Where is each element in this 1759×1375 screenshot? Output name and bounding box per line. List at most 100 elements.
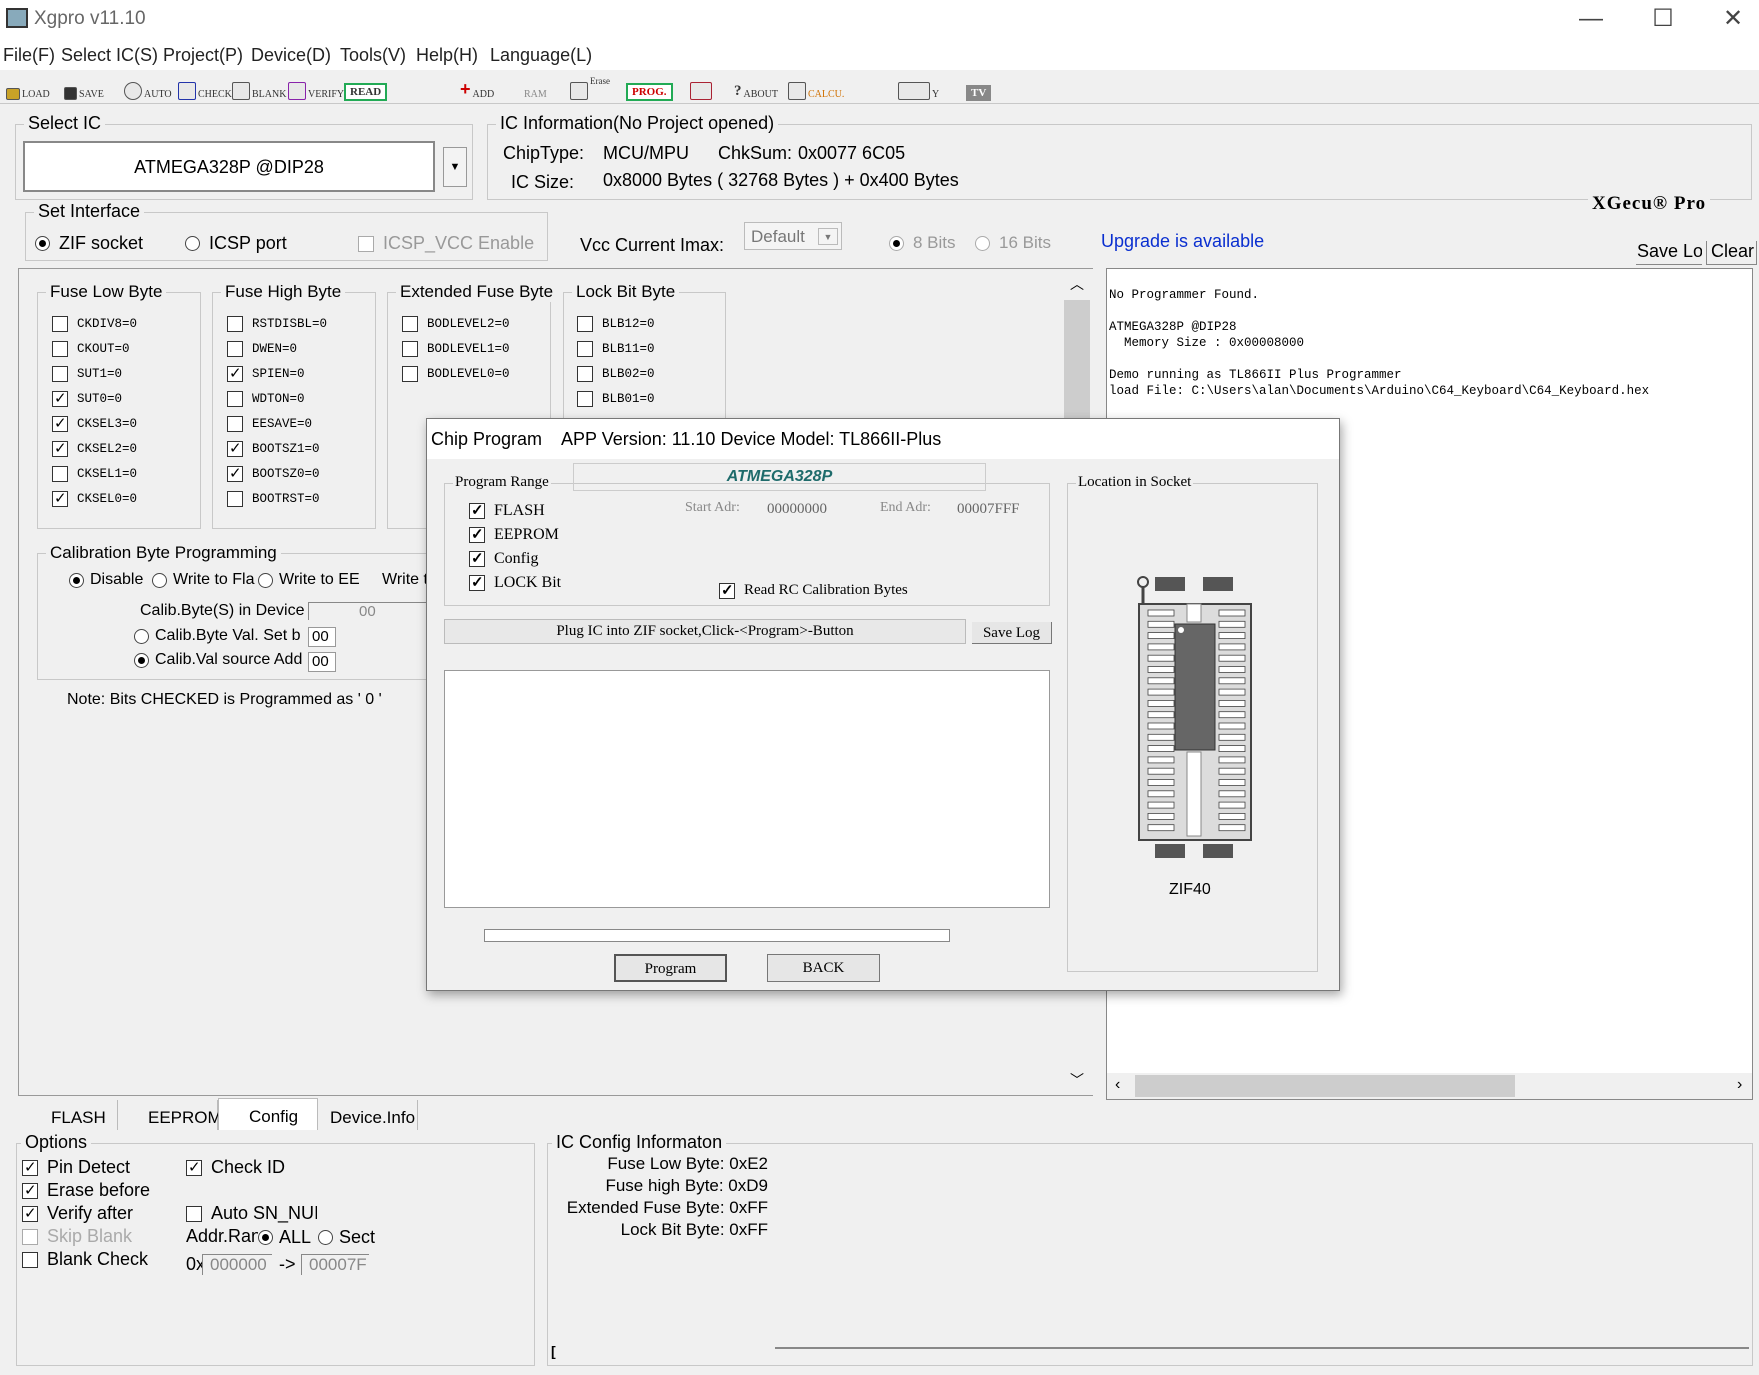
program-button[interactable]: Program xyxy=(614,954,727,982)
check-button[interactable]: CHECK xyxy=(178,76,232,100)
menu-device[interactable]: Device(D) xyxy=(251,45,331,66)
auto-sn-checkbox[interactable]: Auto SN_NUI xyxy=(186,1203,317,1224)
fuse-bit-checkbox[interactable]: CKSEL3=0 xyxy=(52,414,137,432)
maximize-button[interactable]: ☐ xyxy=(1640,4,1686,34)
skip-blank-checkbox[interactable]: Skip Blank xyxy=(22,1226,132,1247)
eeprom-checkbox[interactable]: EEPROM xyxy=(469,525,559,544)
scroll-thumb[interactable] xyxy=(1135,1075,1515,1097)
tv-button[interactable]: TV xyxy=(966,77,992,101)
fuse-bit-checkbox[interactable]: BODLEVEL0=0 xyxy=(402,366,510,382)
menu-select-ic[interactable]: Select IC(S) xyxy=(61,45,158,66)
zif-socket-radio[interactable]: ZIF socket xyxy=(35,233,143,254)
scroll-right-icon[interactable]: › xyxy=(1737,1076,1742,1094)
menu-language[interactable]: Language(L) xyxy=(490,45,592,66)
fuse-bit-checkbox[interactable]: EESAVE=0 xyxy=(227,416,312,432)
load-button[interactable]: LOAD xyxy=(6,76,50,100)
fuse-bit-checkbox[interactable]: CKSEL2=0 xyxy=(52,439,137,457)
back-button[interactable]: BACK xyxy=(767,954,880,982)
fuse-bit-checkbox[interactable]: WDTON=0 xyxy=(227,391,305,407)
fuse-bit-checkbox[interactable]: CKDIV8=0 xyxy=(52,316,137,332)
fuse-bit-checkbox[interactable]: SPIEN=0 xyxy=(227,364,305,382)
16-bits-radio[interactable]: 16 Bits xyxy=(975,233,1051,253)
socket-pin xyxy=(1147,824,1175,832)
calib-source-radio[interactable]: Calib.Val source Add xyxy=(134,651,302,669)
addr-all-radio[interactable]: ALL xyxy=(258,1227,311,1248)
tab-config[interactable]: Config xyxy=(218,1098,318,1130)
calib-source-field[interactable]: 00 xyxy=(308,652,336,672)
fuse-bit-checkbox[interactable]: RSTDISBL=0 xyxy=(227,316,327,332)
calib-set-by-radio[interactable]: Calib.Byte Val. Set b xyxy=(134,627,301,645)
fuse-bit-checkbox[interactable]: BLB11=0 xyxy=(577,341,655,357)
blank-button[interactable]: BLANK xyxy=(232,76,286,100)
menu-tools[interactable]: Tools(V) xyxy=(340,45,406,66)
tab-flash[interactable]: FLASH xyxy=(18,1100,118,1130)
ic-select-field[interactable]: ATMEGA328P @DIP28 xyxy=(23,141,435,192)
auto-button[interactable]: AUTO xyxy=(124,76,172,100)
socket-pin xyxy=(1218,812,1246,820)
close-button[interactable]: ✕ xyxy=(1710,4,1756,34)
fuse-bit-checkbox[interactable]: BLB02=0 xyxy=(577,366,655,382)
menu-project[interactable]: Project(P) xyxy=(163,45,243,66)
erase-before-checkbox[interactable]: Erase before xyxy=(22,1180,150,1201)
scroll-down-icon[interactable]: ﹀ xyxy=(1070,1070,1084,1090)
ic-dropdown-button[interactable]: ▼ xyxy=(443,147,467,187)
check-id-checkbox[interactable]: Check ID xyxy=(186,1157,285,1178)
calib-write-flash-radio[interactable]: Write to Fla xyxy=(152,571,255,589)
fuse-bit-checkbox[interactable]: DWEN=0 xyxy=(227,341,297,357)
logic-button[interactable]: Y xyxy=(898,76,939,100)
config-checkbox[interactable]: Config xyxy=(469,549,538,568)
icsp-port-radio[interactable]: ICSP port xyxy=(185,233,287,254)
scroll-thumb[interactable] xyxy=(1064,300,1090,430)
calib-disable-radio[interactable]: Disable xyxy=(69,571,143,589)
vcc-select[interactable]: Default ▼ xyxy=(744,222,842,250)
verify-after-checkbox[interactable]: Verify after xyxy=(22,1203,133,1224)
menu-help[interactable]: Help(H) xyxy=(416,45,478,66)
fuse-bit-checkbox[interactable]: CKSEL0=0 xyxy=(52,489,137,507)
addr-sect-radio[interactable]: Sect xyxy=(318,1227,375,1248)
8-bits-radio[interactable]: 8 Bits xyxy=(889,233,956,253)
icsp-vcc-checkbox[interactable]: ICSP_VCC Enable xyxy=(358,233,534,254)
calib-write-ee-radio[interactable]: Write to EE xyxy=(258,571,360,589)
calib-set-by-field[interactable]: 00 xyxy=(308,627,336,647)
verify-button[interactable]: VERIFY xyxy=(288,76,344,100)
log-hscrollbar[interactable]: ‹ › xyxy=(1107,1073,1752,1099)
tab-eeprom[interactable]: EEPROM xyxy=(118,1100,222,1130)
minimize-button[interactable]: — xyxy=(1568,4,1614,34)
prog-button[interactable]: PROG. xyxy=(626,77,673,101)
calcu-button[interactable]: CALCU. xyxy=(788,76,844,100)
pin-detect-checkbox[interactable]: Pin Detect xyxy=(22,1157,130,1178)
upgrade-link[interactable]: Upgrade is available xyxy=(1101,231,1264,252)
fuse-bit-checkbox[interactable]: BODLEVEL1=0 xyxy=(402,341,510,357)
read-rc-checkbox[interactable]: Read RC Calibration Bytes xyxy=(719,581,908,600)
fuse-bit-checkbox[interactable]: SUT1=0 xyxy=(52,366,122,382)
addr-to-field[interactable]: 00007F xyxy=(301,1254,369,1275)
fuse-bit-checkbox[interactable]: BOOTRST=0 xyxy=(227,491,320,507)
read-button[interactable]: READ xyxy=(344,77,388,101)
save-log-button[interactable]: Save Log xyxy=(1636,241,1702,265)
lockbit-checkbox[interactable]: LOCK Bit xyxy=(469,573,561,592)
tab-device-info[interactable]: Device.Info xyxy=(318,1100,418,1130)
fuse-bit-checkbox[interactable]: SUT0=0 xyxy=(52,389,122,407)
menu-file[interactable]: File(F) xyxy=(3,45,55,66)
fuse-bit-checkbox[interactable]: CKSEL1=0 xyxy=(52,466,137,482)
fuse-bit-checkbox[interactable]: BOOTSZ0=0 xyxy=(227,464,320,482)
fuse-bit-checkbox[interactable]: CKOUT=0 xyxy=(52,341,130,357)
add-button[interactable]: + ADD xyxy=(460,76,494,100)
addr-from-field[interactable]: 000000 xyxy=(202,1254,272,1275)
blank-check-checkbox[interactable]: Blank Check xyxy=(22,1249,148,1270)
clear-button[interactable]: Clear xyxy=(1706,241,1757,265)
config-info-hscroll[interactable]: [ xyxy=(551,1343,1751,1362)
about-button[interactable]: ? ABOUT xyxy=(734,76,778,100)
fuse-bit-checkbox[interactable]: BLB12=0 xyxy=(577,316,655,332)
scroll-up-icon[interactable]: ︿ xyxy=(1070,274,1084,294)
fuse-bit-checkbox[interactable]: BLB01=0 xyxy=(577,391,655,407)
scroll-left-icon[interactable]: ‹ xyxy=(1115,1076,1120,1094)
chip-button[interactable] xyxy=(690,76,712,100)
fuse-bit-checkbox[interactable]: BOOTSZ1=0 xyxy=(227,439,320,457)
fuse-bit-checkbox[interactable]: BODLEVEL2=0 xyxy=(402,316,510,332)
dialog-save-log-button[interactable]: Save Log xyxy=(972,622,1052,644)
erase-button[interactable]: Erase xyxy=(570,76,610,100)
save-button[interactable]: SAVE xyxy=(64,76,104,100)
flash-checkbox[interactable]: FLASH xyxy=(469,501,545,520)
ram-button[interactable]: RAM xyxy=(524,76,547,100)
